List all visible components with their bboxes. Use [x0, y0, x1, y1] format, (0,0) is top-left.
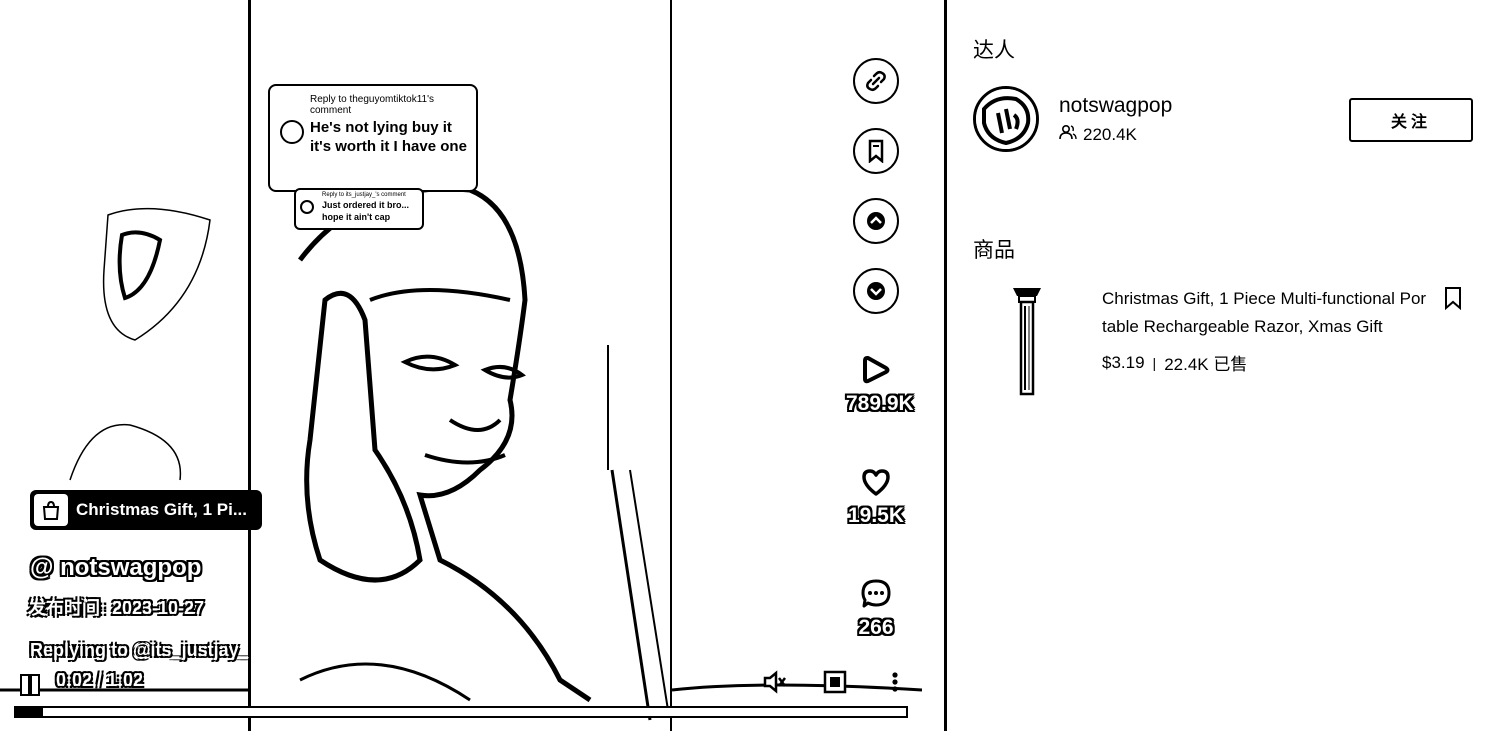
fullscreen-icon[interactable]	[822, 670, 848, 694]
product-sold-count: 22.4K 已售	[1164, 355, 1248, 374]
details-panel: 达人 notswagpop 220.4K 关注 商品 Christmas Gif…	[947, 0, 1497, 731]
reply-comment-card: Reply to theguyomtiktok11's comment He's…	[268, 84, 478, 192]
link-icon	[853, 58, 899, 104]
creator-avatar[interactable]	[973, 86, 1039, 152]
previous-video-button[interactable]	[846, 198, 906, 244]
follow-button[interactable]: 关注	[1349, 98, 1473, 142]
play-icon	[846, 350, 906, 390]
products-section-title: 商品	[973, 239, 1015, 262]
chevron-up-icon	[853, 198, 899, 244]
reply-to-label: Reply to theguyomtiktok11's comment	[310, 94, 435, 116]
product-meta-row: $3.19 | 22.4K 已售	[1102, 350, 1247, 375]
nested-commenter-avatar	[300, 200, 314, 214]
product-thumbnail[interactable]	[1005, 284, 1055, 396]
product-title-text: Christmas Gift, 1 Piece Multi-functional…	[1102, 289, 1427, 336]
creator-name[interactable]: notswagpop	[1059, 94, 1172, 118]
publish-date-row: 发布时间: 2023-10-27	[28, 594, 210, 620]
bookmark-icon	[853, 128, 899, 174]
play-count: 789.9K	[846, 392, 914, 415]
video-progress-fill	[16, 708, 43, 716]
video-author-handle[interactable]: @ notswagpop	[30, 554, 201, 582]
product-chip-text: Christmas Gift, 1 Pi...	[76, 500, 247, 519]
bookmark-action[interactable]	[846, 128, 906, 174]
comment-icon	[846, 574, 906, 614]
creator-section-title: 达人	[973, 39, 1015, 62]
nested-reply-to-label: Reply to its_justjay_'s comment	[322, 192, 406, 198]
follower-count-row: 220.4K	[1059, 124, 1137, 145]
publish-date-value: 2023-10-27	[112, 598, 205, 618]
time-display: 0:02 / 1:02	[56, 670, 144, 690]
copy-link-action[interactable]	[846, 58, 906, 104]
like-count: 19.5K	[847, 504, 905, 527]
bookmark-icon[interactable]	[1443, 286, 1463, 311]
meta-separator: |	[1152, 354, 1157, 371]
publish-date-label: 发布时间:	[28, 598, 106, 618]
video-player[interactable]: Reply to theguyomtiktok11's comment He's…	[0, 0, 922, 731]
product-title[interactable]: Christmas Gift, 1 Piece Multi-functional…	[1102, 285, 1427, 341]
shopping-bag-icon	[34, 494, 68, 526]
mute-icon[interactable]	[762, 670, 788, 694]
next-video-button[interactable]	[846, 268, 906, 314]
chevron-down-icon	[853, 268, 899, 314]
follower-count: 220.4K	[1083, 124, 1137, 144]
comment-action[interactable]: 266	[846, 574, 906, 640]
product-anchor-chip[interactable]: Christmas Gift, 1 Pi...	[30, 490, 262, 530]
player-controls: 0:02 / 1:02	[0, 668, 922, 696]
product-price: $3.19	[1102, 352, 1145, 372]
followers-icon	[1059, 124, 1077, 145]
reply-comment-text: He's not lying buy it it's worth it I ha…	[310, 119, 467, 155]
nested-comment-card: Reply to its_justjay_'s comment Just ord…	[294, 188, 424, 230]
video-caption: Replying to @its_justjay_	[30, 640, 249, 660]
more-options-icon[interactable]	[882, 670, 908, 694]
video-progress-bar[interactable]	[14, 706, 908, 718]
pause-icon[interactable]	[18, 672, 40, 696]
like-action[interactable]: 19.5K	[846, 462, 906, 528]
comment-count: 266	[858, 616, 894, 639]
heart-icon	[846, 462, 906, 502]
commenter-avatar	[280, 120, 304, 144]
nested-comment-text: Just ordered it bro... hope it ain't cap	[322, 200, 410, 222]
play-count-stat: 789.9K	[846, 350, 914, 416]
